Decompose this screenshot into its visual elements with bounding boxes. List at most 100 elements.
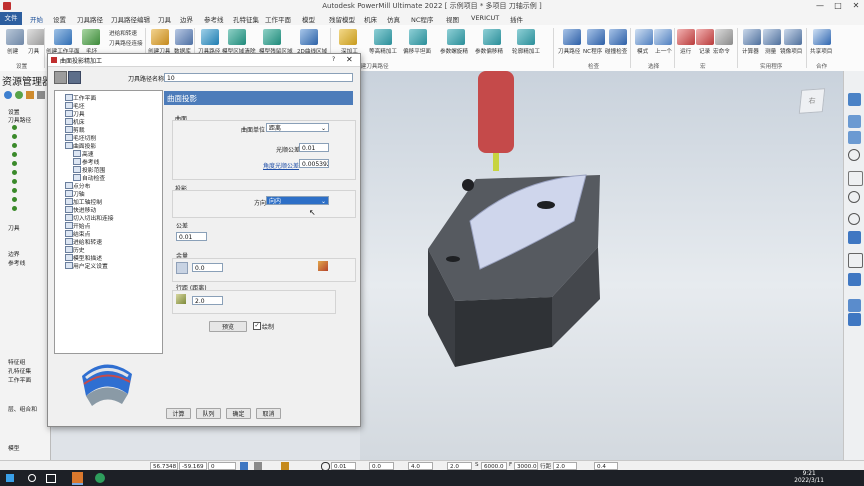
maximize-button[interactable]: □	[829, 0, 847, 12]
toolpath-status-icon[interactable]	[12, 197, 17, 202]
previous-icon[interactable]	[654, 29, 672, 45]
speed-status-field[interactable]: 6000.0	[481, 462, 507, 470]
tab-home[interactable]: 开始	[30, 14, 43, 24]
rotate-view-icon[interactable]	[848, 299, 861, 312]
calculator-icon[interactable]	[743, 29, 761, 45]
rest-area-icon[interactable]	[263, 29, 281, 45]
run-macro-icon[interactable]	[677, 29, 695, 45]
mirror-icon[interactable]	[784, 29, 802, 45]
explorer-item-boundaries[interactable]: 边界	[8, 249, 20, 258]
tab-toolpath-edit[interactable]: 刀具路径编辑	[111, 14, 150, 24]
zoom-icon[interactable]	[848, 149, 860, 161]
explorer-item-patterns[interactable]: 参考线	[8, 258, 25, 267]
view-cube[interactable]: 右	[798, 88, 826, 114]
toolpath-status-icon[interactable]	[12, 152, 17, 157]
feeds-speeds-label[interactable]: 进给和转速	[109, 29, 137, 37]
smoothing-tolerance-input[interactable]: 0.01	[299, 143, 329, 152]
profile-finish-icon[interactable]	[517, 29, 535, 45]
grid-status-icon[interactable]	[254, 462, 262, 470]
stock-icon[interactable]	[82, 29, 100, 45]
box-view-icon[interactable]	[848, 273, 861, 286]
stepover-status-field[interactable]: 2.0	[553, 462, 577, 470]
queue-button[interactable]: 队列	[196, 408, 221, 419]
curve-area-icon[interactable]	[300, 29, 318, 45]
tolerance-status-field[interactable]: 0.01	[331, 462, 356, 470]
tab-file[interactable]: 文件	[0, 12, 22, 25]
area-clearance-icon[interactable]	[228, 29, 246, 45]
zoom-fit-icon[interactable]	[848, 191, 860, 203]
expand-icon[interactable]	[26, 91, 34, 99]
powermill-task-icon[interactable]	[72, 472, 83, 485]
collision-check-icon[interactable]	[609, 29, 627, 45]
offset-flat-icon[interactable]	[409, 29, 427, 45]
explorer-item-models[interactable]: 模型	[8, 443, 20, 452]
direction-select[interactable]: 向内 ⌄	[266, 196, 329, 205]
toolpath-status-icon[interactable]	[12, 206, 17, 211]
allowance-input[interactable]: 0.0	[192, 263, 223, 272]
view-front-icon[interactable]	[848, 93, 861, 106]
draw-checkbox[interactable]: ✓	[253, 322, 261, 330]
select-mode-icon[interactable]	[635, 29, 653, 45]
stepdown-status-field[interactable]: 2.0	[447, 462, 472, 470]
ok-button[interactable]: 确定	[226, 408, 251, 419]
workplane-icon[interactable]	[54, 29, 72, 45]
task-view-icon[interactable]	[46, 474, 56, 483]
tree-item-user-settings[interactable]: 用户定义设置	[73, 261, 108, 270]
tab-machine[interactable]: 机床	[364, 14, 377, 24]
tab-nc-program[interactable]: NC程序	[411, 14, 433, 24]
windows-start-icon[interactable]	[6, 474, 14, 482]
feed-status-field[interactable]: 3000.0	[514, 462, 538, 470]
refresh-icon[interactable]	[15, 91, 23, 99]
shaded-view-icon[interactable]	[848, 231, 861, 244]
workplane-status-icon[interactable]	[240, 462, 248, 470]
home-icon[interactable]	[4, 91, 12, 99]
share-project-icon[interactable]	[813, 29, 831, 45]
create-icon[interactable]	[6, 29, 24, 45]
tab-workplane[interactable]: 工作平面	[265, 14, 291, 24]
record-macro-icon[interactable]	[696, 29, 714, 45]
toolpath-connections-label[interactable]: 刀具路径连接	[109, 39, 143, 47]
collapse-icon[interactable]	[37, 91, 45, 99]
tab-boundary[interactable]: 边界	[180, 14, 193, 24]
view-iso-icon[interactable]	[848, 115, 861, 128]
preview-button[interactable]: 预览	[209, 321, 247, 332]
toolpath-status-icon[interactable]	[12, 188, 17, 193]
tool-icon[interactable]	[27, 29, 45, 45]
tab-plugins[interactable]: 插件	[510, 14, 523, 24]
tab-vericut[interactable]: VERICUT	[471, 14, 499, 22]
tab-simulation[interactable]: 仿真	[387, 14, 400, 24]
tolerance-input[interactable]: 0.01	[176, 232, 207, 241]
search-icon[interactable]	[28, 474, 36, 482]
angle-smoothing-tolerance-label[interactable]: 角度光顺公差	[263, 161, 299, 170]
explorer-item-feature-groups[interactable]: 特征组	[8, 357, 25, 366]
constant-z-icon[interactable]	[374, 29, 392, 45]
dialog-close-icon[interactable]: ✕	[346, 55, 353, 64]
angle-smoothing-tolerance-input[interactable]: 0.005392	[299, 159, 329, 168]
pan-icon[interactable]	[848, 313, 861, 326]
explorer-item-levels[interactable]: 层、组合和	[8, 404, 37, 413]
measure-icon[interactable]	[763, 29, 781, 45]
macro-command-icon[interactable]	[715, 29, 733, 45]
cancel-button[interactable]: 取消	[256, 408, 281, 419]
toolpath-check-icon[interactable]	[563, 29, 581, 45]
help-icon[interactable]: ?	[332, 56, 335, 63]
toolpath-status-icon[interactable]	[12, 143, 17, 148]
allowance-icon[interactable]	[176, 262, 188, 274]
create-tool-icon[interactable]	[151, 29, 169, 45]
tool-status-icon[interactable]	[281, 462, 289, 470]
surface-unit-select[interactable]: 距离 ⌄	[266, 123, 329, 132]
tool-diameter-status-field[interactable]: 4.0	[408, 462, 433, 470]
depth-icon[interactable]	[339, 29, 357, 45]
explorer-item-hole-features[interactable]: 孔特征集	[8, 366, 31, 375]
zoom-box-icon[interactable]	[848, 171, 863, 186]
minimize-button[interactable]: —	[811, 0, 829, 12]
parametric-spiral-icon[interactable]	[447, 29, 465, 45]
tab-stock-model[interactable]: 残留模型	[329, 14, 355, 24]
tab-pattern[interactable]: 参考线	[204, 14, 224, 24]
component-allowance-icon[interactable]	[318, 261, 328, 271]
stepover-input[interactable]: 2.0	[192, 296, 223, 305]
tab-model[interactable]: 模型	[302, 14, 315, 24]
tab-hole-features[interactable]: 孔特征集	[233, 14, 259, 24]
toolpath-status-icon[interactable]	[12, 170, 17, 175]
toolpath-status-icon[interactable]	[12, 161, 17, 166]
